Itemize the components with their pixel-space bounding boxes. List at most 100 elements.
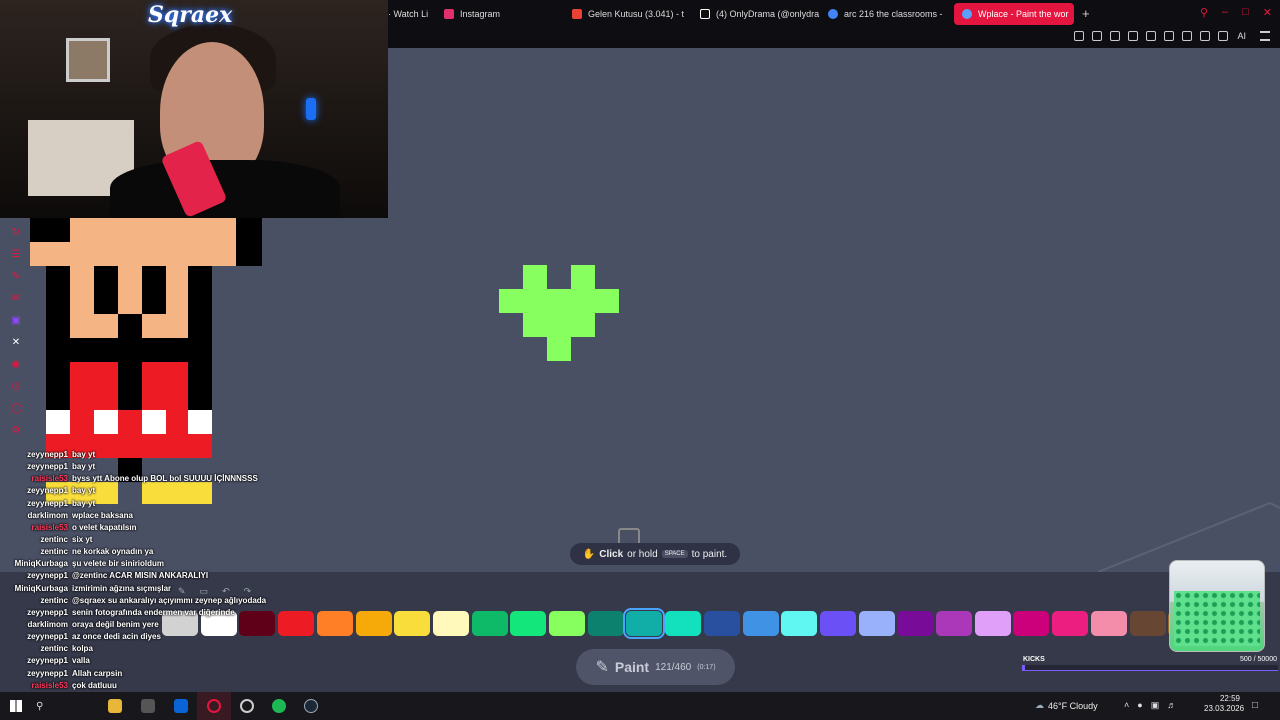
- chat-username[interactable]: zentinc: [0, 534, 68, 546]
- chat-username[interactable]: zeyynepp1: [0, 449, 68, 461]
- chat-username[interactable]: zentinc: [0, 595, 68, 607]
- color-swatch-light-green[interactable]: [549, 611, 585, 636]
- download-icon[interactable]: [1218, 31, 1228, 41]
- color-swatch-dark-pink[interactable]: [1013, 611, 1050, 636]
- color-swatch-light-pink[interactable]: [1090, 611, 1127, 636]
- file-explorer-icon[interactable]: [108, 699, 122, 713]
- green-pixel-shape: [499, 265, 619, 361]
- profile-icon[interactable]: [1200, 31, 1210, 41]
- weather-widget[interactable]: ☁ 46°F Cloudy: [1035, 700, 1098, 711]
- chat-text: bay yt: [72, 486, 96, 496]
- color-swatch-dark-purple[interactable]: [897, 611, 934, 636]
- chat-text: bay yt: [72, 462, 96, 472]
- chat-message: zeyynepp1 bay yt: [0, 498, 300, 510]
- color-swatch-orange[interactable]: [316, 611, 353, 636]
- chat-username[interactable]: darklimom: [0, 510, 68, 522]
- opera-icon[interactable]: [207, 699, 221, 713]
- new-tab-button[interactable]: +: [1082, 6, 1090, 21]
- color-swatch-dark-brown[interactable]: [1129, 611, 1166, 636]
- search-icon[interactable]: ⚲: [1200, 6, 1208, 19]
- settings-icon[interactable]: ⚙: [11, 426, 21, 436]
- spotify-icon[interactable]: [272, 699, 286, 713]
- color-swatch-purple[interactable]: [936, 611, 972, 636]
- color-swatch-blue[interactable]: [742, 611, 779, 636]
- chat-username[interactable]: raisisle53: [0, 473, 68, 485]
- chat-username[interactable]: zeyynepp1: [0, 668, 68, 680]
- translate-icon[interactable]: [1128, 31, 1138, 41]
- history-icon[interactable]: ◷: [11, 382, 21, 392]
- color-swatch-yellow[interactable]: [394, 611, 431, 636]
- chat-message: zeyynepp1 bay yt: [0, 461, 300, 473]
- tab-google[interactable]: arc 216 the classrooms - G: [828, 0, 944, 28]
- screenshot-icon[interactable]: [1092, 31, 1102, 41]
- network-icon[interactable]: ▣: [1151, 700, 1160, 711]
- chat-username[interactable]: darklimom: [0, 619, 68, 631]
- brush-icon[interactable]: ✎: [11, 272, 21, 282]
- tab-x[interactable]: (4) OnlyDrama (@onlydra: [700, 0, 822, 28]
- refresh-icon[interactable]: ↻: [11, 228, 21, 238]
- tab-wplace[interactable]: Wplace - Paint the wor: [954, 3, 1074, 25]
- chat-username[interactable]: zeyynepp1: [0, 498, 68, 510]
- target-icon[interactable]: ◉: [11, 360, 21, 370]
- color-swatch-cyan[interactable]: [781, 611, 818, 636]
- heart-icon[interactable]: [1164, 31, 1174, 41]
- color-swatch-teal[interactable]: [623, 608, 666, 639]
- color-swatch-light-indigo[interactable]: [858, 611, 895, 636]
- taskbar-clock[interactable]: 22:59 23.03.2026: [1204, 694, 1244, 714]
- color-swatch-light-yellow[interactable]: [432, 611, 469, 636]
- chat-message: zentinc ne korkak oynadın ya: [0, 546, 300, 558]
- close-icon[interactable]: ✕: [1263, 6, 1272, 19]
- chat-text: valla: [72, 656, 90, 666]
- minimize-icon[interactable]: –: [1222, 6, 1228, 19]
- chat-username[interactable]: zentinc: [0, 643, 68, 655]
- microphone-icon[interactable]: ●: [1137, 700, 1142, 711]
- chat-username[interactable]: zeyynepp1: [0, 607, 68, 619]
- color-swatch-dark-blue[interactable]: [703, 611, 740, 636]
- chat-username[interactable]: MiniqKurbaga: [0, 583, 68, 595]
- color-swatch-pink[interactable]: [1052, 611, 1089, 636]
- chat-username[interactable]: zentinc: [0, 546, 68, 558]
- extensions-icon[interactable]: [1182, 31, 1192, 41]
- play-icon[interactable]: [1146, 31, 1156, 41]
- maximize-icon[interactable]: □: [1242, 6, 1249, 19]
- tab-instagram[interactable]: Instagram: [444, 0, 554, 28]
- chat-username[interactable]: zeyynepp1: [0, 461, 68, 473]
- notification-icon[interactable]: □: [1252, 700, 1258, 711]
- chat-bubble-icon[interactable]: ◯: [11, 404, 22, 414]
- color-swatch-gold[interactable]: [355, 611, 392, 636]
- windows-start-icon[interactable]: [10, 700, 22, 712]
- chat-username[interactable]: MiniqKurbaga: [0, 558, 68, 570]
- color-swatch-green[interactable]: [510, 611, 547, 636]
- volume-icon[interactable]: ♬: [1167, 700, 1176, 711]
- color-swatch-light-purple[interactable]: [974, 611, 1011, 636]
- chat-username[interactable]: zeyynepp1: [0, 655, 68, 667]
- chat-username[interactable]: raisisle53: [0, 680, 68, 692]
- color-swatch-dark-teal[interactable]: [587, 611, 624, 636]
- x-icon[interactable]: ✕: [11, 338, 21, 348]
- tab-watch-live[interactable]: · Watch Li: [388, 0, 432, 28]
- paint-button[interactable]: ✎ Paint 121/460 (0:17): [576, 649, 735, 685]
- gmail-icon[interactable]: ✉: [11, 294, 21, 304]
- color-swatch-dark-green[interactable]: [471, 611, 508, 636]
- outlook-icon[interactable]: [174, 699, 188, 713]
- pin-icon[interactable]: [1074, 31, 1084, 41]
- search-icon[interactable]: ⚲: [36, 701, 43, 712]
- paint-canvas[interactable]: [388, 48, 1280, 572]
- steam-icon[interactable]: [304, 699, 318, 713]
- shield-icon[interactable]: [1110, 31, 1120, 41]
- layers-icon[interactable]: ☰: [11, 250, 21, 260]
- tab-gmail[interactable]: Gelen Kutusu (3.041) - top: [572, 0, 684, 28]
- color-swatch-light-teal[interactable]: [665, 611, 702, 636]
- chat-username[interactable]: raisisle53: [0, 522, 68, 534]
- color-swatch-indigo[interactable]: [819, 611, 856, 636]
- chat-username[interactable]: zeyynepp1: [0, 570, 68, 582]
- chat-username[interactable]: zeyynepp1: [0, 485, 68, 497]
- chrome-icon[interactable]: [240, 699, 254, 713]
- twitch-icon[interactable]: ▣: [11, 316, 21, 326]
- chevron-up-icon[interactable]: ˄: [1124, 700, 1129, 711]
- calculator-icon[interactable]: [141, 699, 155, 713]
- window-controls: ⚲ – □ ✕: [1200, 6, 1272, 19]
- menu-icon[interactable]: [1260, 31, 1270, 41]
- chat-username[interactable]: zeyynepp1: [0, 631, 68, 643]
- ai-button[interactable]: AI: [1237, 31, 1246, 41]
